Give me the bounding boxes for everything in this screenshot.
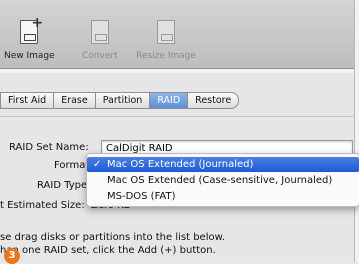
raid-set-name-label: RAID Set Name: xyxy=(9,142,89,153)
resize-image-label: Resize Image xyxy=(136,51,196,61)
resize-image-icon xyxy=(153,18,179,48)
tab-erase[interactable]: Erase xyxy=(54,92,96,109)
tab-partition[interactable]: Partition xyxy=(95,92,151,109)
format-dropdown-menu: ✓ Mac OS Extended (Journaled) Mac OS Ext… xyxy=(86,153,359,207)
resize-image-button[interactable]: Resize Image xyxy=(136,18,196,61)
format-option-journaled[interactable]: ✓ Mac OS Extended (Journaled) xyxy=(87,157,359,172)
tab-bar: First Aid Erase Partition RAID Restore xyxy=(0,92,240,109)
raid-type-label: RAID Type xyxy=(37,180,88,191)
tab-first-aid[interactable]: First Aid xyxy=(0,92,55,109)
new-image-button[interactable]: + New Image xyxy=(4,15,55,61)
tab-raid[interactable]: RAID xyxy=(150,92,189,109)
format-label: Format xyxy=(54,160,90,171)
instruction-line-1: se drag disks or partitions into the lis… xyxy=(0,232,226,243)
checkmark-icon: ✓ xyxy=(93,159,102,170)
estimated-size-label: t Estimated Size: xyxy=(0,200,85,211)
convert-icon xyxy=(87,18,113,48)
toolbar: + New Image Convert Resize Image xyxy=(0,0,354,69)
tab-restore[interactable]: Restore xyxy=(188,92,240,109)
format-option-ms-dos[interactable]: MS-DOS (FAT) xyxy=(87,189,359,204)
window-edge xyxy=(354,0,359,262)
new-image-label: New Image xyxy=(4,51,55,61)
new-image-icon: + xyxy=(16,15,43,48)
instruction-line-2: han one RAID set, click the Add (+) butt… xyxy=(0,245,216,256)
convert-button[interactable]: Convert xyxy=(82,18,118,61)
convert-label: Convert xyxy=(82,51,118,61)
disk-utility-window: + New Image Convert Resize Image First A… xyxy=(0,0,354,262)
format-option-case-sensitive[interactable]: Mac OS Extended (Case-sensitive, Journal… xyxy=(87,173,359,188)
